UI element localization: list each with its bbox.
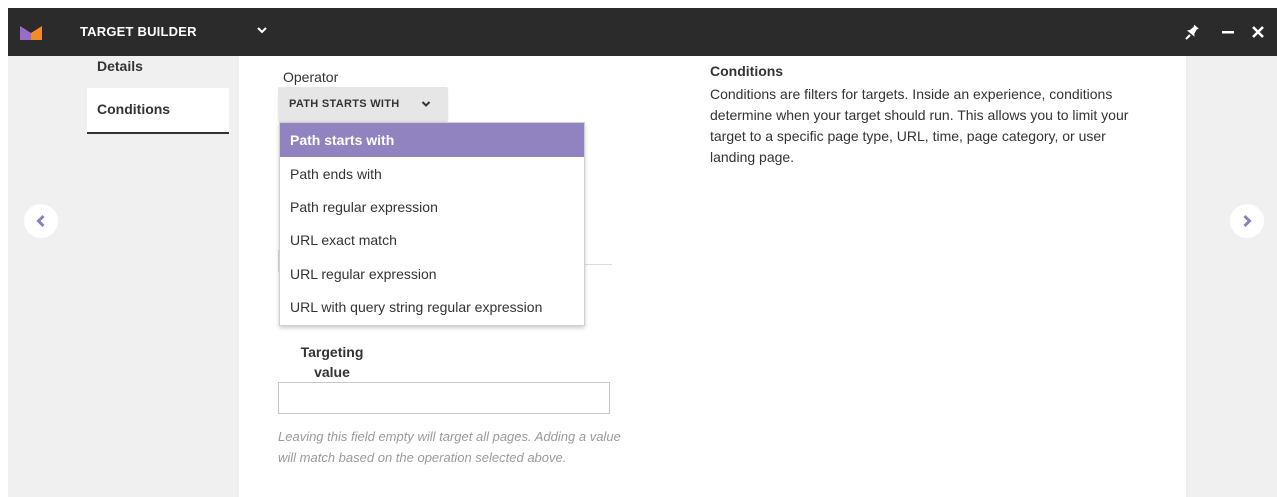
dropdown-option-path-ends-with[interactable]: Path ends with [280, 157, 584, 191]
dropdown-option-url-exact-match[interactable]: URL exact match [280, 223, 584, 257]
app-title: TARGET BUILDER [80, 24, 197, 39]
info-title: Conditions [710, 63, 784, 79]
title-bar: TARGET BUILDER [8, 8, 1277, 56]
chevron-left-icon [36, 214, 45, 228]
option-label: Path starts with [290, 132, 395, 148]
close-icon[interactable] [1249, 22, 1267, 42]
tab-details-label: Details [97, 58, 143, 74]
operator-dropdown-menu: Path starts with Path ends with Path reg… [279, 122, 585, 326]
dropdown-option-url-regex[interactable]: URL regular expression [280, 257, 584, 291]
operator-label: Operator [283, 69, 339, 85]
targeting-value-label-line1: Targeting [300, 344, 364, 360]
dropdown-option-path-starts-with[interactable]: Path starts with [280, 123, 584, 157]
chevron-down-icon[interactable] [256, 23, 268, 37]
logo-icon [20, 26, 42, 40]
info-description: Conditions are filters for targets. Insi… [710, 86, 1129, 165]
next-button[interactable] [1230, 204, 1264, 238]
operator-selected-value: PATH STARTS WITH [289, 98, 400, 110]
right-gutter [1186, 56, 1277, 497]
option-label: URL exact match [290, 232, 397, 248]
operator-select[interactable]: PATH STARTS WITH [278, 87, 448, 121]
targeting-value-input[interactable] [278, 382, 610, 414]
previous-button[interactable] [24, 204, 58, 238]
targeting-value-label-line2: value [314, 364, 350, 380]
minimize-icon[interactable] [1219, 22, 1237, 42]
option-label: URL regular expression [290, 266, 437, 282]
dropdown-option-path-regex[interactable]: Path regular expression [280, 190, 584, 224]
pin-icon[interactable] [1182, 22, 1200, 42]
targeting-value-label: Targeting value [296, 342, 368, 382]
option-label: Path ends with [290, 166, 382, 182]
chevron-right-icon [1243, 214, 1252, 228]
chevron-down-icon [421, 101, 431, 107]
tab-conditions-label: Conditions [97, 101, 171, 117]
option-label: Path regular expression [290, 199, 438, 215]
targeting-value-hint: Leaving this field empty will target all… [278, 429, 621, 465]
option-label: URL with query string regular expression [290, 299, 543, 315]
tab-conditions[interactable]: Conditions [87, 88, 229, 134]
dropdown-option-url-query-regex[interactable]: URL with query string regular expression [280, 290, 584, 324]
tab-details[interactable]: Details [87, 56, 229, 86]
